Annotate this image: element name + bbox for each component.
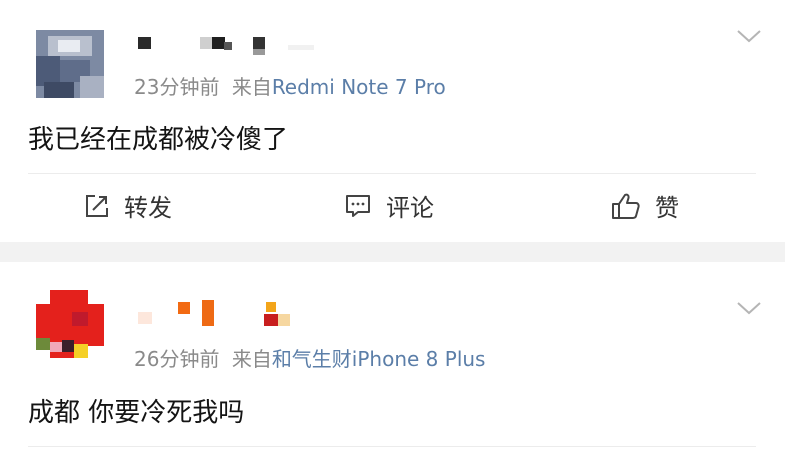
post-time: 23分钟前 — [134, 75, 220, 99]
post-separator — [0, 242, 785, 262]
post-text[interactable]: 成都 你要冷死我吗 — [28, 392, 244, 429]
source-link[interactable]: Redmi Note 7 Pro — [272, 75, 446, 99]
avatar[interactable] — [36, 290, 104, 358]
post-meta: 26分钟前 来自和气生财iPhone 8 Plus — [134, 343, 485, 372]
comment-label: 评论 — [386, 194, 434, 222]
post-meta: 23分钟前 来自Redmi Note 7 Pro — [134, 71, 446, 100]
like-label: 赞 — [655, 194, 679, 222]
post-card[interactable]: 23分钟前 来自Redmi Note 7 Pro 我已经在成都被冷傻了 转发 评… — [0, 0, 785, 242]
divider — [28, 173, 756, 174]
repost-button[interactable]: 转发 — [84, 188, 172, 223]
source-link[interactable]: 和气生财iPhone 8 Plus — [272, 347, 486, 371]
from-label: 来自 — [231, 347, 272, 371]
like-button[interactable]: 赞 — [611, 188, 679, 223]
username[interactable] — [138, 300, 298, 326]
post-time: 26分钟前 — [134, 347, 220, 371]
thumbs-up-icon — [611, 192, 641, 220]
avatar[interactable] — [36, 30, 104, 98]
post-card[interactable]: 26分钟前 来自和气生财iPhone 8 Plus 成都 你要冷死我吗 — [0, 262, 785, 452]
post-text[interactable]: 我已经在成都被冷傻了 — [28, 119, 288, 156]
divider — [28, 446, 756, 447]
repost-label: 转发 — [124, 194, 172, 222]
share-edit-icon — [84, 193, 110, 219]
comment-button[interactable]: 评论 — [344, 188, 434, 223]
chevron-down-icon[interactable] — [736, 300, 762, 316]
chevron-down-icon[interactable] — [736, 28, 762, 44]
username[interactable] — [138, 37, 318, 55]
from-label: 来自 — [231, 75, 272, 99]
comment-icon — [344, 193, 372, 219]
